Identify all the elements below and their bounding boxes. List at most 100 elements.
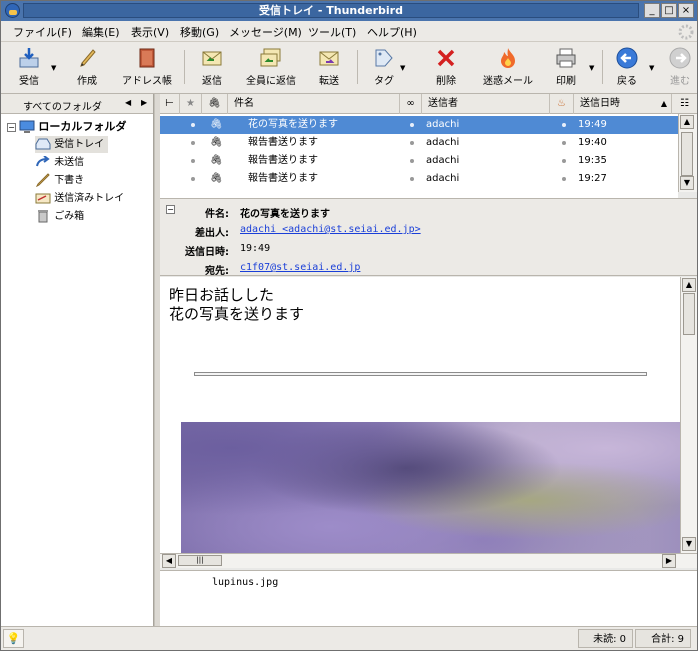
star-column-icon[interactable]: ★ bbox=[180, 94, 202, 114]
message-body: 昨日お話しした 花の写真を送ります bbox=[160, 277, 680, 553]
back-label: 戻る bbox=[617, 76, 637, 87]
forward-arrow-icon bbox=[669, 47, 691, 69]
message-subject: 花の写真を送ります bbox=[248, 119, 338, 130]
message-body-hscrollbar[interactable]: ◀ ||| ▶ bbox=[160, 553, 697, 568]
attachment-name[interactable]: lupinus.jpg bbox=[212, 577, 278, 588]
message-row[interactable]: 🖇 花の写真を送ります adachi 19:49 bbox=[160, 116, 678, 134]
address-book-button[interactable]: アドレス帳 bbox=[119, 46, 175, 90]
from-link[interactable]: adachi <adachi@st.seiai.ed.jp> bbox=[240, 224, 421, 235]
horizontal-rule bbox=[194, 372, 647, 376]
message-row[interactable]: 🖇 報告書送ります adachi 19:35 bbox=[160, 152, 678, 170]
print-dropdown-icon[interactable]: ▼ bbox=[589, 64, 594, 72]
folder-drafts[interactable]: 下書き bbox=[35, 172, 84, 189]
maximize-button[interactable]: □ bbox=[661, 3, 677, 18]
print-button[interactable]: 印刷 bbox=[549, 46, 583, 90]
folder-inbox[interactable]: 受信トレイ bbox=[35, 136, 109, 153]
read-column-icon[interactable]: ∞ bbox=[400, 94, 422, 114]
scroll-down-icon[interactable]: ▼ bbox=[682, 537, 696, 551]
scroll-up-icon[interactable]: ▲ bbox=[682, 278, 696, 292]
flower-photo[interactable] bbox=[181, 422, 680, 553]
get-mail-icon bbox=[19, 48, 39, 68]
folder-outbox[interactable]: 未送信 bbox=[35, 154, 84, 171]
get-mail-dropdown-icon[interactable]: ▼ bbox=[51, 64, 56, 72]
delete-button[interactable]: 削除 bbox=[429, 46, 463, 90]
junk-status-icon[interactable] bbox=[562, 123, 566, 127]
scroll-thumb[interactable]: ||| bbox=[178, 555, 222, 566]
folder-trash[interactable]: ごみ箱 bbox=[35, 208, 84, 225]
tag-dropdown-icon[interactable]: ▼ bbox=[400, 64, 405, 72]
folder-pane-header: すべてのフォルダ ◀ ▶ bbox=[1, 94, 153, 114]
message-body-scrollbar[interactable]: ▲ ▼ bbox=[680, 277, 697, 553]
read-status-icon[interactable] bbox=[410, 177, 414, 181]
junk-status-icon[interactable] bbox=[562, 141, 566, 145]
reply-button[interactable]: 返信 bbox=[194, 46, 230, 90]
menu-help[interactable]: ヘルプ(H) bbox=[367, 24, 417, 40]
read-status-icon[interactable] bbox=[410, 123, 414, 127]
scroll-up-icon[interactable]: ▲ bbox=[680, 115, 694, 129]
menu-edit[interactable]: 編集(E) bbox=[82, 24, 120, 40]
forward-button[interactable]: 転送 bbox=[311, 46, 347, 90]
folder-outbox-label: 未送信 bbox=[54, 157, 85, 168]
next-view-icon[interactable]: ▶ bbox=[141, 98, 147, 107]
attachment-column-icon[interactable]: 🖇 bbox=[202, 94, 228, 114]
prev-view-icon[interactable]: ◀ bbox=[125, 98, 131, 107]
message-subject: 報告書送ります bbox=[248, 137, 318, 148]
bulb-icon[interactable]: 💡 bbox=[3, 629, 24, 648]
message-sender: adachi bbox=[426, 119, 460, 130]
sort-ascending-icon: ▲ bbox=[660, 99, 667, 108]
message-row[interactable]: 🖇 報告書送ります adachi 19:27 bbox=[160, 170, 678, 188]
read-status-icon[interactable] bbox=[410, 141, 414, 145]
get-mail-button[interactable]: 受信 bbox=[9, 46, 49, 90]
menu-go[interactable]: 移動(G) bbox=[180, 24, 219, 40]
scroll-left-icon[interactable]: ◀ bbox=[162, 554, 176, 568]
scroll-down-icon[interactable]: ▼ bbox=[680, 176, 694, 190]
junk-status-icon[interactable] bbox=[562, 159, 566, 163]
date-value: 19:49 bbox=[240, 243, 271, 254]
title-area[interactable]: 受信トレイ - Thunderbird bbox=[23, 3, 639, 18]
scroll-right-icon[interactable]: ▶ bbox=[662, 554, 676, 568]
date-column-header[interactable]: 送信日時 ▲ bbox=[574, 94, 672, 114]
forward-nav-button[interactable]: 進む bbox=[665, 46, 695, 90]
folder-sent[interactable]: 送信済みトレイ bbox=[35, 190, 124, 207]
junk-button[interactable]: 迷惑メール bbox=[479, 46, 537, 90]
tag-button[interactable]: タグ bbox=[366, 46, 402, 90]
folder-inbox-label: 受信トレイ bbox=[54, 139, 105, 150]
junk-column-icon[interactable]: ♨ bbox=[550, 94, 574, 114]
date-label: 送信日時: bbox=[185, 247, 229, 258]
to-link[interactable]: c1f07@st.seiai.ed.jp bbox=[240, 262, 360, 273]
menu-message[interactable]: メッセージ(M) bbox=[229, 24, 302, 40]
menu-file[interactable]: ファイル(F) bbox=[13, 24, 72, 40]
write-button[interactable]: 作成 bbox=[67, 46, 107, 90]
minimize-button[interactable]: _ bbox=[644, 3, 660, 18]
collapse-toggle-icon[interactable]: − bbox=[7, 122, 16, 132]
thunderbird-app-icon[interactable] bbox=[5, 3, 20, 18]
message-row[interactable]: 🖇 報告書送ります adachi 19:40 bbox=[160, 134, 678, 152]
back-button[interactable]: 戻る bbox=[611, 46, 643, 90]
menu-tools[interactable]: ツール(T) bbox=[308, 24, 356, 40]
thread-column-icon[interactable]: ⊢ bbox=[160, 94, 180, 114]
column-picker-icon[interactable]: ☷ bbox=[672, 94, 697, 114]
thread-list-scrollbar[interactable]: ▲ ▼ bbox=[678, 114, 697, 192]
star-cell-icon[interactable] bbox=[191, 159, 195, 163]
junk-status-icon[interactable] bbox=[562, 177, 566, 181]
folder-local[interactable]: − ローカルフォルダ bbox=[7, 118, 126, 135]
tag-label: タグ bbox=[374, 76, 394, 87]
forward-label: 転送 bbox=[319, 76, 339, 87]
computer-icon bbox=[19, 120, 35, 133]
body-line: 昨日お話しした bbox=[169, 286, 275, 304]
star-cell-icon[interactable] bbox=[191, 123, 195, 127]
read-status-icon[interactable] bbox=[410, 159, 414, 163]
drafts-pencil-icon bbox=[35, 173, 50, 188]
attachment-clip-icon: 🖇 bbox=[210, 137, 223, 148]
star-cell-icon[interactable] bbox=[191, 141, 195, 145]
menu-view[interactable]: 表示(V) bbox=[131, 24, 169, 40]
scroll-thumb[interactable] bbox=[681, 132, 693, 176]
reply-all-button[interactable]: 全員に返信 bbox=[241, 46, 301, 90]
close-button[interactable]: × bbox=[678, 3, 694, 18]
star-cell-icon[interactable] bbox=[191, 177, 195, 181]
sender-column-header[interactable]: 送信者 bbox=[422, 94, 550, 114]
scroll-thumb[interactable] bbox=[683, 293, 695, 335]
total-count: 合計: 9 bbox=[635, 629, 691, 648]
subject-column-header[interactable]: 件名 bbox=[228, 94, 400, 114]
back-dropdown-icon[interactable]: ▼ bbox=[649, 64, 654, 72]
